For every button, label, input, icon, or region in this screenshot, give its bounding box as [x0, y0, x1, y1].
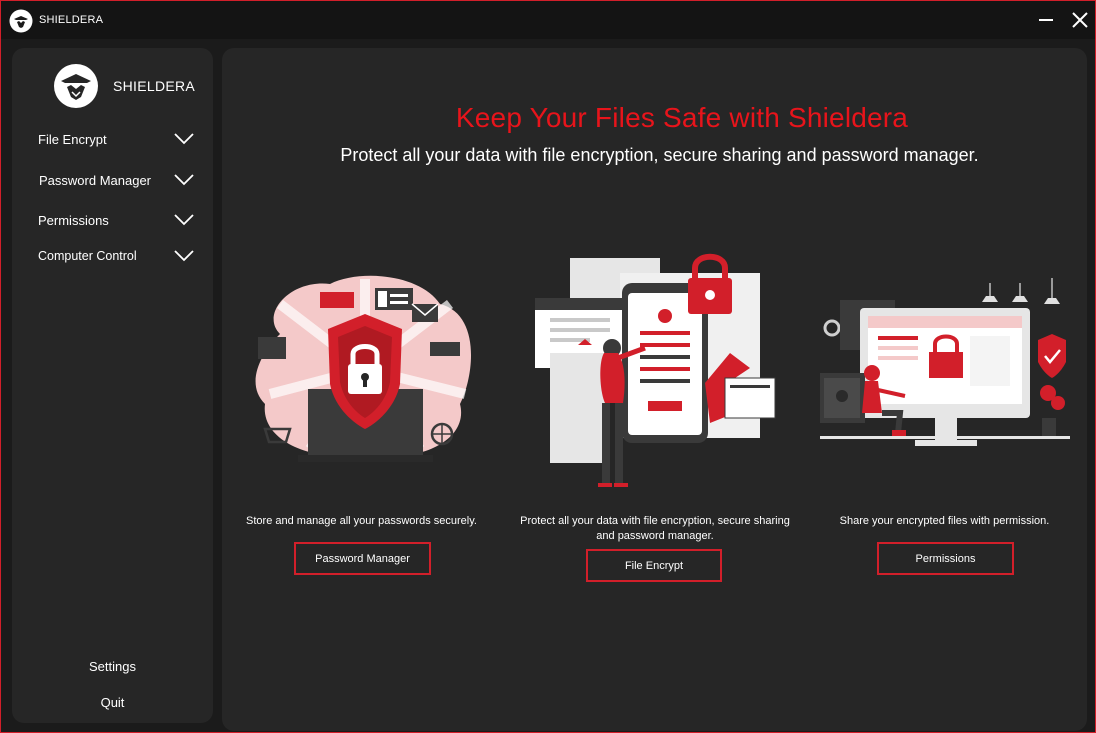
- file-encrypt-button[interactable]: File Encrypt: [586, 549, 722, 582]
- main-panel: Keep Your Files Safe with Shieldera Prot…: [222, 48, 1087, 731]
- sidebar-item-label: Password Manager: [39, 173, 151, 188]
- file-encrypt-description: Protect all your data with file encrypti…: [520, 515, 790, 542]
- quit-button[interactable]: Quit: [12, 695, 213, 710]
- app-window: SHIELDERA SHIELDERA File Encrypt Passwor…: [0, 0, 1096, 733]
- brand-name: SHIELDERA: [113, 78, 196, 94]
- window-title: SHIELDERA: [39, 14, 104, 26]
- close-icon[interactable]: [1069, 9, 1091, 31]
- chevron-down-icon: [174, 133, 194, 145]
- brand-logo-icon: [54, 64, 98, 108]
- sidebar-item-label: Computer Control: [38, 249, 137, 263]
- app-logo-icon: [9, 9, 33, 33]
- sidebar-item-label: Permissions: [38, 213, 109, 228]
- page-title: Keep Your Files Safe with Shieldera: [455, 102, 909, 133]
- password-manager-description: Store and manage all your passwords secu…: [246, 515, 477, 527]
- sidebar-item-label: File Encrypt: [38, 132, 107, 147]
- sidebar-item-password-manager[interactable]: Password Manager: [12, 167, 213, 195]
- sidebar-item-permissions[interactable]: Permissions: [12, 207, 213, 235]
- sidebar-item-file-encrypt[interactable]: File Encrypt: [12, 126, 213, 154]
- sidebar: SHIELDERA File Encrypt Password Manager …: [12, 48, 213, 723]
- minimize-icon[interactable]: [1037, 9, 1057, 29]
- permissions-button[interactable]: Permissions: [877, 542, 1014, 575]
- chevron-down-icon: [174, 214, 194, 226]
- permissions-description: Share your encrypted files with permissi…: [839, 515, 1050, 527]
- chevron-down-icon: [174, 250, 194, 262]
- chevron-down-icon: [174, 174, 194, 186]
- password-manager-button[interactable]: Password Manager: [294, 542, 431, 575]
- monitor-lock-illustration: [820, 278, 1070, 446]
- sidebar-item-computer-control[interactable]: Computer Control: [12, 243, 213, 271]
- page-subtitle: Protect all your data with file encrypti…: [340, 145, 979, 165]
- shield-laptop-illustration: [255, 275, 472, 462]
- title-bar: SHIELDERA: [1, 1, 1095, 39]
- phone-lock-illustration: [535, 253, 776, 487]
- settings-button[interactable]: Settings: [12, 659, 213, 674]
